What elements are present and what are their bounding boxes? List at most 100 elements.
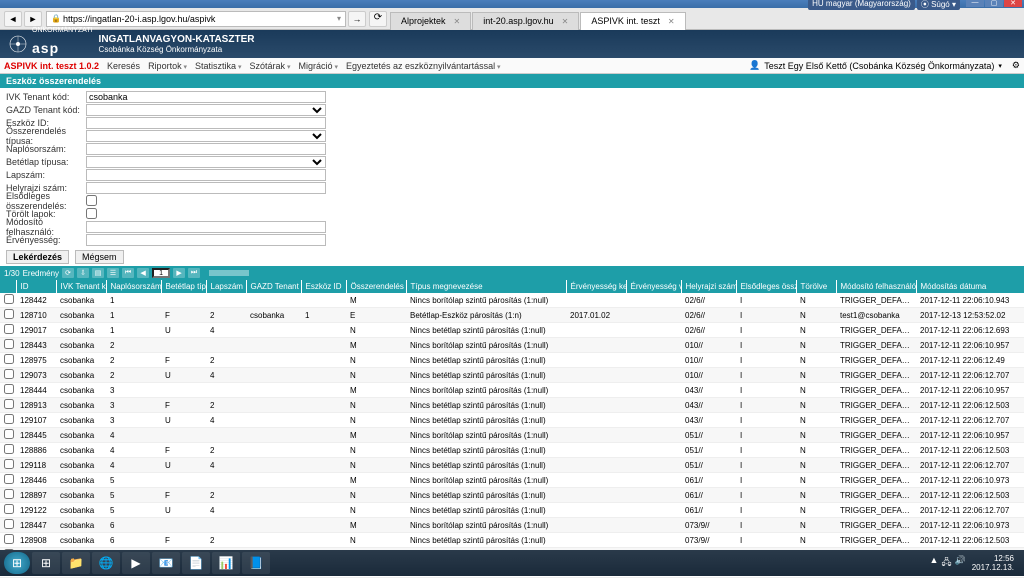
table-row[interactable]: 128445csobanka4MNincs borítólap szintű p…: [0, 428, 1024, 443]
table-row[interactable]: 129122csobanka5U4NNincs betétlap szintű …: [0, 503, 1024, 518]
taskbar-app-icon[interactable]: 📘: [242, 552, 270, 574]
input-eszkoz-id[interactable]: [86, 117, 326, 129]
row-checkbox[interactable]: [4, 414, 14, 424]
table-row[interactable]: 128975csobanka2F2NNincs betétlap szintű …: [0, 353, 1024, 368]
browser-tab[interactable]: ASPIVK int. teszt✕: [580, 12, 685, 30]
table-row[interactable]: 128443csobanka2MNincs borítólap szintű p…: [0, 338, 1024, 353]
input-modosito[interactable]: [86, 221, 326, 233]
tray-network-icon[interactable]: 🖧: [941, 555, 951, 571]
menu-item[interactable]: Riportok: [148, 61, 187, 71]
row-checkbox[interactable]: [4, 504, 14, 514]
taskbar-app-icon[interactable]: 🌐: [92, 552, 120, 574]
grid-tool-filter-icon[interactable]: ☰: [107, 268, 119, 278]
input-ervenyesseg[interactable]: [86, 234, 326, 246]
grid-scroll[interactable]: IDIVK Tenant kódNaplósorszámBetétlap típ…: [0, 280, 1024, 578]
table-row[interactable]: 128442csobanka1MNincs borítólap szintű p…: [0, 293, 1024, 308]
column-header[interactable]: Naplósorszám: [106, 280, 161, 293]
table-row[interactable]: 128886csobanka4F2NNincs betétlap szintű …: [0, 443, 1024, 458]
taskbar-app-icon[interactable]: 📁: [62, 552, 90, 574]
maximize-button[interactable]: ▢: [985, 0, 1003, 7]
row-checkbox[interactable]: [4, 474, 14, 484]
column-header[interactable]: Eszköz ID: [301, 280, 346, 293]
checkbox-torolt[interactable]: [86, 208, 97, 219]
tray-flag-icon[interactable]: ▲: [930, 555, 939, 571]
address-bar[interactable]: 🔒 https://ingatlan-20-i.asp.lgov.hu/aspi…: [46, 11, 346, 27]
close-button[interactable]: ✕: [1004, 0, 1022, 7]
column-header[interactable]: Összerendelés típusa: [346, 280, 406, 293]
column-header[interactable]: [0, 280, 16, 293]
tab-close-icon[interactable]: ✕: [562, 17, 569, 26]
table-row[interactable]: 129107csobanka3U4NNincs betétlap szintű …: [0, 413, 1024, 428]
taskbar-app-icon[interactable]: ⊞: [32, 552, 60, 574]
menu-item[interactable]: Statisztika: [195, 61, 241, 71]
taskbar-app-icon[interactable]: 📊: [212, 552, 240, 574]
row-checkbox[interactable]: [4, 309, 14, 319]
url-dropdown-icon[interactable]: ▾: [337, 14, 341, 23]
forward-button[interactable]: ►: [24, 11, 42, 27]
row-checkbox[interactable]: [4, 429, 14, 439]
browser-tab[interactable]: int-20.asp.lgov.hu✕: [472, 12, 579, 30]
row-checkbox[interactable]: [4, 534, 14, 544]
row-checkbox[interactable]: [4, 324, 14, 334]
row-checkbox[interactable]: [4, 399, 14, 409]
table-row[interactable]: 128447csobanka6MNincs borítólap szintű p…: [0, 518, 1024, 533]
refresh-button[interactable]: ⟳: [369, 11, 387, 27]
settings-icon[interactable]: ⚙: [1012, 60, 1020, 71]
user-dropdown-icon[interactable]: ▾: [998, 62, 1002, 70]
table-row[interactable]: 129118csobanka4U4NNincs betétlap szintű …: [0, 458, 1024, 473]
grid-tool-refresh-icon[interactable]: ⟳: [62, 268, 74, 278]
table-row[interactable]: 128897csobanka5F2NNincs betétlap szintű …: [0, 488, 1024, 503]
menu-item[interactable]: Keresés: [107, 61, 140, 71]
table-row[interactable]: 128710csobanka1F2csobanka1EBetétlap-Eszk…: [0, 308, 1024, 323]
row-checkbox[interactable]: [4, 354, 14, 364]
menu-item[interactable]: Migráció: [299, 61, 338, 71]
column-header[interactable]: Helyrajzi szám: [681, 280, 736, 293]
table-row[interactable]: 128446csobanka5MNincs borítólap szintű p…: [0, 473, 1024, 488]
pager-next-icon[interactable]: ▶: [173, 268, 185, 278]
user-name[interactable]: Teszt Egy Első Kettő (Csobánka Község Ön…: [764, 61, 994, 71]
pager-prev-icon[interactable]: ◀: [137, 268, 149, 278]
column-header[interactable]: Módosítás dátuma: [916, 280, 1024, 293]
checkbox-elsodleges[interactable]: [86, 195, 97, 206]
go-button[interactable]: →: [348, 11, 366, 27]
row-checkbox[interactable]: [4, 294, 14, 304]
column-header[interactable]: Módosító felhasználó: [836, 280, 916, 293]
taskbar-app-icon[interactable]: ▶: [122, 552, 150, 574]
cancel-button[interactable]: Mégsem: [75, 250, 124, 264]
row-checkbox[interactable]: [4, 384, 14, 394]
select-betetlap-tipus[interactable]: [86, 156, 326, 168]
select-osszerend-tipus[interactable]: [86, 130, 326, 142]
table-row[interactable]: 128444csobanka3MNincs borítólap szintű p…: [0, 383, 1024, 398]
input-helyrajzi[interactable]: [86, 182, 326, 194]
table-row[interactable]: 128913csobanka3F2NNincs betétlap szintű …: [0, 398, 1024, 413]
column-header[interactable]: Érvényesség kezdete: [566, 280, 626, 293]
input-ivk-tenant[interactable]: [86, 91, 326, 103]
row-checkbox[interactable]: [4, 339, 14, 349]
table-row[interactable]: 129017csobanka1U4NNincs betétlap szintű …: [0, 323, 1024, 338]
pager-last-icon[interactable]: ⏭: [188, 268, 200, 278]
minimize-button[interactable]: —: [966, 0, 984, 7]
column-header[interactable]: Elsődleges összerendelés: [736, 280, 796, 293]
tray-volume-icon[interactable]: 🔊: [955, 555, 966, 571]
browser-tab[interactable]: Alprojektek✕: [390, 12, 471, 30]
clock[interactable]: 12:56 2017.12.13.: [972, 554, 1014, 572]
column-header[interactable]: IVK Tenant kód: [56, 280, 106, 293]
column-header[interactable]: ID: [16, 280, 56, 293]
input-naplosorszam[interactable]: [86, 143, 326, 155]
tab-close-icon[interactable]: ✕: [454, 17, 461, 26]
grid-tool-columns-icon[interactable]: ▤: [92, 268, 104, 278]
row-checkbox[interactable]: [4, 519, 14, 529]
table-row[interactable]: 128908csobanka6F2NNincs betétlap szintű …: [0, 533, 1024, 548]
menu-item[interactable]: Szótárak: [250, 61, 291, 71]
table-row[interactable]: 129073csobanka2U4NNincs betétlap szintű …: [0, 368, 1024, 383]
select-gazd-tenant[interactable]: [86, 104, 326, 116]
column-header[interactable]: Típus megnevezése: [406, 280, 566, 293]
row-checkbox[interactable]: [4, 459, 14, 469]
taskbar-app-icon[interactable]: 📄: [182, 552, 210, 574]
search-button[interactable]: Lekérdezés: [6, 250, 69, 264]
row-checkbox[interactable]: [4, 444, 14, 454]
column-header[interactable]: Betétlap típusa: [161, 280, 206, 293]
taskbar-app-icon[interactable]: 📧: [152, 552, 180, 574]
pager-input[interactable]: [152, 268, 170, 278]
menu-item[interactable]: Egyeztetés az eszköznyilvántartással: [346, 61, 501, 71]
